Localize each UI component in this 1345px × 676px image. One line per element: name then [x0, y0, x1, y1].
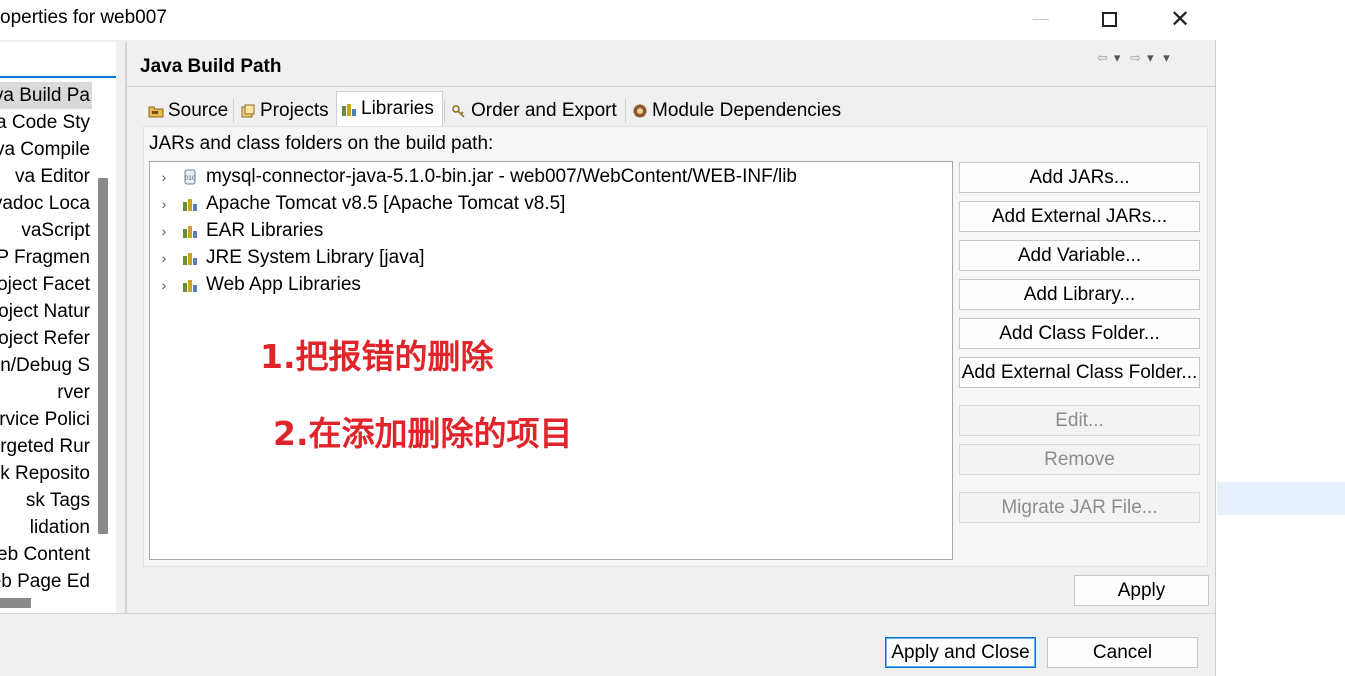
jar-icon: 010 [182, 169, 200, 185]
list-item[interactable]: › JRE System Library [java] [150, 244, 950, 271]
add-variable-button[interactable]: Add Variable... [959, 240, 1200, 271]
sidebar-item-web-page-editor[interactable]: eb Page Ed [0, 568, 92, 595]
page-navigation: ⇦ ▾ ⇨ ▾ ▾ [1097, 50, 1176, 66]
module-icon [632, 103, 648, 119]
minimize-icon [1033, 18, 1049, 20]
jars-section-label: JARs and class folders on the build path… [149, 133, 494, 154]
tab-projects[interactable]: Projects [235, 95, 335, 126]
annotation-step-2: 2.在添加删除的项目 [273, 414, 573, 453]
view-menu-icon[interactable]: ▾ [1163, 50, 1170, 66]
header-divider [127, 86, 1216, 87]
sidebar-item-javadoc-location[interactable]: vadoc Loca [0, 190, 92, 217]
pane-divider[interactable] [125, 42, 127, 614]
projects-icon [240, 103, 256, 119]
sidebar-item-project-facets[interactable]: oject Facet [0, 271, 92, 298]
sidebar-item-java-compiler[interactable]: va Compile [0, 136, 92, 163]
list-item[interactable]: › Apache Tomcat v8.5 [Apache Tomcat v8.5… [150, 190, 950, 217]
maximize-icon [1101, 11, 1117, 27]
library-icon [182, 250, 200, 266]
order-export-icon [451, 103, 467, 119]
sidebar-item-validation[interactable]: lidation [0, 514, 92, 541]
sidebar-item-jsp-fragment[interactable]: P Fragmen [0, 244, 92, 271]
tab-separator [444, 99, 445, 123]
apply-button[interactable]: Apply [1074, 575, 1209, 606]
forward-dropdown-icon[interactable]: ▾ [1147, 50, 1154, 66]
tab-libraries[interactable]: Libraries [336, 91, 443, 126]
library-icon [182, 223, 200, 239]
window-title: operties for web007 [0, 7, 167, 28]
add-external-jars-button[interactable]: Add External JARs... [959, 201, 1200, 232]
add-external-class-folder-button[interactable]: Add External Class Folder... [959, 357, 1200, 388]
list-item[interactable]: › EAR Libraries [150, 217, 950, 244]
sidebar-item-java-code-style[interactable]: va Code Sty [0, 109, 92, 136]
apply-and-close-button[interactable]: Apply and Close [885, 637, 1036, 668]
list-item[interactable]: › Web App Libraries [150, 271, 950, 298]
add-jars-button[interactable]: Add JARs... [959, 162, 1200, 193]
sidebar-item-service-policies[interactable]: rvice Polici [0, 406, 92, 433]
sidebar-item-java-editor[interactable]: va Editor [0, 163, 92, 190]
close-icon: ✕ [1169, 5, 1191, 33]
sidebar-item-project-references[interactable]: oject Refer [0, 325, 92, 352]
property-pages-tree: va Build Pa va Code Sty va Compile va Ed… [0, 42, 116, 614]
migrate-jar-button[interactable]: Migrate JAR File... [959, 492, 1200, 523]
footer-divider [0, 613, 1216, 614]
sidebar-horizontal-scrollbar[interactable] [0, 598, 31, 608]
sidebar-vertical-scrollbar[interactable] [98, 178, 108, 534]
libraries-icon [341, 101, 357, 117]
sidebar-item-project-natures[interactable]: oject Natur [0, 298, 92, 325]
sidebar-item-task-repository[interactable]: sk Reposito [0, 460, 92, 487]
page-title: Java Build Path [140, 56, 282, 77]
expand-chevron-icon[interactable]: › [152, 277, 176, 293]
close-button[interactable]: ✕ [1157, 0, 1203, 38]
background-window [1217, 0, 1345, 676]
sidebar-item-javascript[interactable]: vaScript [0, 217, 92, 244]
tab-separator [625, 99, 626, 123]
sidebar-item-task-tags[interactable]: sk Tags [0, 487, 92, 514]
back-arrow-icon[interactable]: ⇦ [1097, 50, 1108, 66]
expand-chevron-icon[interactable]: › [152, 196, 176, 212]
sidebar-item-run-debug-settings[interactable]: un/Debug S [0, 352, 92, 379]
library-icon [182, 277, 200, 293]
forward-arrow-icon[interactable]: ⇨ [1130, 50, 1141, 66]
filter-input[interactable] [0, 42, 116, 78]
expand-chevron-icon[interactable]: › [152, 250, 176, 266]
add-library-button[interactable]: Add Library... [959, 279, 1200, 310]
sidebar-item-server[interactable]: rver [0, 379, 92, 406]
tab-source[interactable]: Source [143, 95, 231, 126]
minimize-button[interactable] [1018, 0, 1064, 38]
expand-chevron-icon[interactable]: › [152, 223, 176, 239]
sidebar-item-web-content[interactable]: eb Content [0, 541, 92, 568]
property-pages-list: va Build Pa va Code Sty va Compile va Ed… [0, 82, 92, 630]
tab-order-and-export[interactable]: Order and Export [446, 95, 624, 126]
back-dropdown-icon[interactable]: ▾ [1114, 50, 1121, 66]
title-bar[interactable]: operties for web007 ✕ [0, 0, 1216, 40]
edit-button[interactable]: Edit... [959, 405, 1200, 436]
annotation-step-1: 1.把报错的删除 [260, 337, 494, 376]
cancel-button[interactable]: Cancel [1047, 637, 1198, 668]
svg-text:010: 010 [184, 175, 196, 182]
library-icon [182, 196, 200, 212]
background-selection-strip [1217, 482, 1345, 515]
tab-separator [233, 99, 234, 123]
add-class-folder-button[interactable]: Add Class Folder... [959, 318, 1200, 349]
remove-button[interactable]: Remove [959, 444, 1200, 475]
sidebar-item-targeted-runtimes[interactable]: rgeted Rur [0, 433, 92, 460]
list-item[interactable]: › 010 mysql-connector-java-5.1.0-bin.jar… [150, 163, 950, 190]
tab-module-dependencies[interactable]: Module Dependencies [627, 95, 851, 126]
maximize-button[interactable] [1086, 0, 1132, 38]
expand-chevron-icon[interactable]: › [152, 169, 176, 185]
source-folder-icon [148, 103, 164, 119]
sidebar-item-java-build-path[interactable]: va Build Pa [0, 82, 92, 109]
properties-dialog: operties for web007 ✕ va Build Pa va Cod… [0, 0, 1216, 676]
